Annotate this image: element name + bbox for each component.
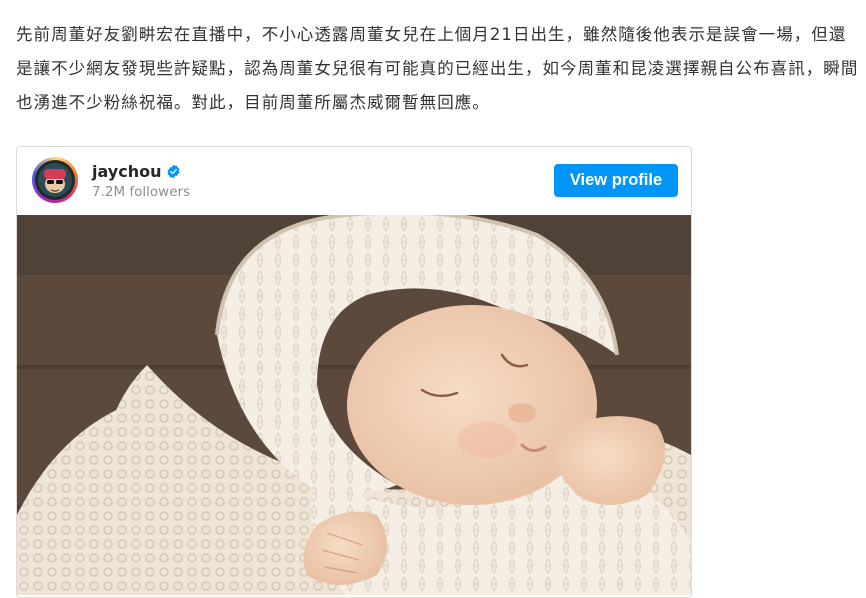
newborn-baby-image	[17, 215, 691, 595]
username[interactable]: jaychou	[92, 162, 161, 181]
follower-count: 7.2M followers	[92, 184, 191, 200]
instagram-embed: jaychou 7.2M followers View profile	[16, 146, 692, 598]
article-paragraph: 先前周董好友劉畊宏在直播中，不小心透露周董女兒在上個月21日出生，雖然隨後他表示…	[16, 25, 859, 112]
profile-picture-icon	[35, 160, 75, 200]
embed-header: jaychou 7.2M followers View profile	[17, 147, 691, 215]
post-photo[interactable]	[17, 215, 691, 595]
view-profile-button[interactable]: View profile	[554, 164, 678, 197]
verified-badge-icon	[167, 164, 180, 179]
avatar[interactable]	[32, 157, 78, 203]
